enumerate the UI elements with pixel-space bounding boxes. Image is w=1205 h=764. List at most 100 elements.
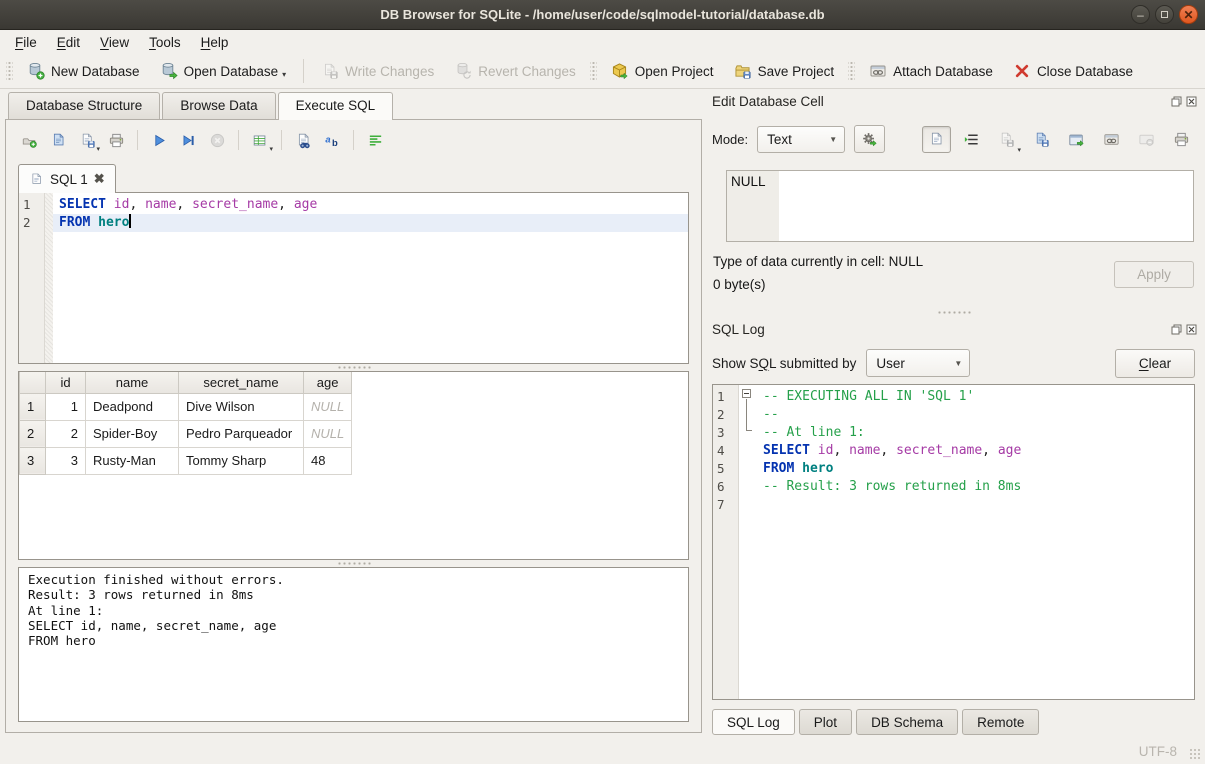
- save-project-button[interactable]: Save Project: [724, 57, 845, 85]
- execute-all-button[interactable]: [146, 128, 172, 152]
- maximize-button[interactable]: [1155, 5, 1174, 24]
- find-replace-button[interactable]: [290, 128, 316, 152]
- print-cell-button[interactable]: [1167, 126, 1196, 153]
- line-number: 1: [19, 196, 44, 214]
- menu-edit[interactable]: Edit: [47, 32, 90, 53]
- menu-help[interactable]: Help: [191, 32, 239, 53]
- dock-tab-plot[interactable]: Plot: [799, 709, 852, 735]
- dock-splitter[interactable]: [707, 306, 1200, 318]
- table-cell[interactable]: Rusty-Man: [86, 447, 179, 474]
- table-cell[interactable]: Spider-Boy: [86, 420, 179, 447]
- cell-editor[interactable]: NULL: [726, 170, 1194, 242]
- open-in-external-app-button[interactable]: [1097, 126, 1126, 153]
- execute-current-line-button[interactable]: [175, 128, 201, 152]
- splitter-handle-icon: [937, 311, 971, 314]
- mode-combo[interactable]: Text ▼: [757, 126, 845, 153]
- format-sql-button[interactable]: [319, 128, 345, 152]
- chevron-down-icon: ▼: [829, 135, 837, 144]
- mode-combo-value: Text: [767, 132, 792, 147]
- clear-button[interactable]: Clear: [1115, 349, 1195, 378]
- attach-database-button[interactable]: Attach Database: [859, 57, 1003, 85]
- table-cell[interactable]: 48: [304, 447, 352, 474]
- dropdown-caret-icon[interactable]: ▾: [96, 145, 100, 153]
- tab-browse-data[interactable]: Browse Data: [162, 92, 275, 119]
- row-header[interactable]: 1: [20, 393, 46, 420]
- row-header[interactable]: 2: [20, 420, 46, 447]
- fold-marker-start[interactable]: [739, 385, 757, 403]
- dock-float-icon[interactable]: [1171, 324, 1182, 335]
- table-cell[interactable]: NULL: [304, 420, 352, 447]
- table-cell[interactable]: NULL: [304, 393, 352, 420]
- save-sql-file-button[interactable]: ▾: [74, 128, 100, 152]
- fold-marker-mid[interactable]: [739, 403, 757, 421]
- tab-database-structure[interactable]: Database Structure: [8, 92, 160, 119]
- import-cell-data-button[interactable]: [1027, 126, 1056, 153]
- editor-code-area[interactable]: SELECT id, name, secret_name, ageFROM he…: [53, 193, 688, 363]
- log-fold-margin[interactable]: [739, 385, 757, 699]
- table-cell[interactable]: Pedro Parqueador: [179, 420, 304, 447]
- toolbar-drag-handle[interactable]: [590, 60, 597, 82]
- dock-tab-db-schema[interactable]: DB Schema: [856, 709, 958, 735]
- column-header-age[interactable]: age: [304, 372, 352, 393]
- table-cell[interactable]: 3: [46, 447, 86, 474]
- table-cell[interactable]: Tommy Sharp: [179, 447, 304, 474]
- dropdown-caret-icon[interactable]: ▾: [282, 70, 286, 80]
- open-project-button[interactable]: Open Project: [601, 57, 724, 85]
- fold-marker-end[interactable]: [739, 421, 757, 439]
- new-sql-tab-button[interactable]: [16, 128, 42, 152]
- row-header[interactable]: 3: [20, 447, 46, 474]
- dropdown-caret-icon[interactable]: ▾: [1017, 146, 1021, 154]
- menu-file[interactable]: File: [5, 32, 47, 53]
- open-database-button[interactable]: Open Database▾: [150, 57, 297, 85]
- table-cell[interactable]: Deadpond: [86, 393, 179, 420]
- toolbar-drag-handle[interactable]: [848, 60, 855, 82]
- menu-tools[interactable]: Tools: [139, 32, 191, 53]
- table-cell[interactable]: 1: [46, 393, 86, 420]
- token: name: [145, 197, 176, 212]
- column-header-name[interactable]: name: [86, 372, 179, 393]
- table-cell[interactable]: Dive Wilson: [179, 393, 304, 420]
- open-sql-file-button[interactable]: [45, 128, 71, 152]
- toolbar-button-label: Open Project: [635, 64, 714, 79]
- print-sql-button[interactable]: [103, 128, 129, 152]
- close-database-button[interactable]: Close Database: [1003, 57, 1143, 85]
- dock-close-icon[interactable]: [1186, 96, 1197, 107]
- results-message-splitter[interactable]: [6, 560, 701, 567]
- cell-info: Type of data currently in cell: NULL 0 b…: [713, 254, 1194, 306]
- dock-float-icon[interactable]: [1171, 96, 1182, 107]
- window-title: DB Browser for SQLite - /home/user/code/…: [380, 7, 824, 22]
- dropdown-caret-icon[interactable]: ▾: [269, 145, 273, 153]
- column-header-secret-name[interactable]: secret_name: [179, 372, 304, 393]
- token: SELECT: [59, 197, 106, 212]
- new-database-button[interactable]: New Database: [17, 57, 150, 85]
- menu-view[interactable]: View: [90, 32, 139, 53]
- word-wrap-cell-button[interactable]: [957, 126, 986, 153]
- resize-grip-icon[interactable]: [1189, 748, 1202, 761]
- sql-editor-tab[interactable]: SQL 1 ✖: [18, 164, 116, 193]
- toolbar-drag-handle[interactable]: [6, 60, 13, 82]
- apply-button[interactable]: Apply: [1114, 261, 1194, 288]
- close-tab-icon[interactable]: ✖: [94, 171, 105, 187]
- submitted-by-combo[interactable]: User ▼: [866, 349, 970, 377]
- token: ,: [880, 443, 896, 458]
- dock-close-icon[interactable]: [1186, 324, 1197, 335]
- minimize-button[interactable]: –: [1131, 5, 1150, 24]
- column-header-id[interactable]: id: [46, 372, 86, 393]
- export-cell-data-button[interactable]: [1062, 126, 1091, 153]
- dock-tab-remote[interactable]: Remote: [962, 709, 1039, 735]
- collapse-icon[interactable]: [742, 389, 751, 398]
- toggle-word-wrap-button[interactable]: [362, 128, 388, 152]
- toolbar-button-label: Save Project: [758, 64, 835, 79]
- dock-tab-sql-log[interactable]: SQL Log: [712, 709, 795, 735]
- text-cursor: [129, 214, 131, 228]
- export-results-button[interactable]: ▾: [247, 128, 273, 152]
- token: id: [114, 197, 130, 212]
- sql-editor[interactable]: 12 SELECT id, name, secret_name, ageFROM…: [18, 192, 689, 364]
- revert-changes-button: Revert Changes: [444, 57, 586, 85]
- table-cell[interactable]: 2: [46, 420, 86, 447]
- apply-settings-button[interactable]: [854, 125, 885, 153]
- tab-execute-sql[interactable]: Execute SQL: [278, 92, 394, 120]
- text-view-button[interactable]: [922, 126, 951, 153]
- close-button[interactable]: ✕: [1179, 5, 1198, 24]
- editor-results-splitter[interactable]: [6, 364, 701, 371]
